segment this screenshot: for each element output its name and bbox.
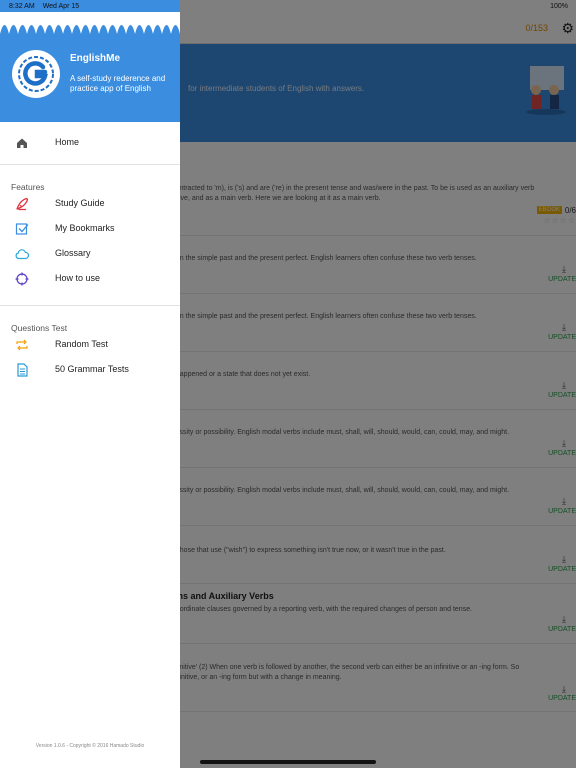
features-section-title: Features bbox=[11, 182, 45, 192]
menu-item-label: My Bookmarks bbox=[55, 223, 115, 233]
side-drawer: 8:32 AM Wed Apr 15 EnglishMe A self-study… bbox=[0, 0, 180, 768]
menu-item-50-grammar-tests[interactable]: 50 Grammar Tests bbox=[0, 358, 180, 382]
checkbox-icon bbox=[15, 223, 29, 235]
drawer-header: 8:32 AM Wed Apr 15 EnglishMe A self-study… bbox=[0, 0, 180, 122]
menu-item-random-test[interactable]: Random Test bbox=[0, 333, 180, 357]
pen-icon bbox=[16, 197, 29, 211]
menu-item-how-to-use[interactable]: How to use bbox=[0, 267, 180, 291]
version-footer: Version 1.0.6 - Copyright © 2016 Hamado … bbox=[35, 743, 145, 749]
menu-item-label: Random Test bbox=[55, 339, 108, 349]
menu-item-my-bookmarks[interactable]: My Bookmarks bbox=[0, 217, 180, 241]
menu-item-home[interactable]: Home bbox=[0, 131, 180, 155]
section-divider bbox=[0, 305, 180, 306]
home-icon bbox=[17, 138, 27, 148]
document-icon bbox=[17, 363, 28, 377]
shuffle-icon bbox=[16, 339, 28, 351]
section-divider bbox=[0, 164, 180, 165]
menu-item-label: Study Guide bbox=[55, 198, 105, 208]
questions-test-section-title: Questions Test bbox=[11, 323, 68, 333]
menu-item-label: How to use bbox=[55, 273, 101, 283]
wave-decoration bbox=[0, 12, 180, 34]
crosshair-icon bbox=[15, 272, 29, 286]
g-logo-icon bbox=[18, 56, 54, 92]
menu-item-study-guide[interactable]: Study Guide bbox=[0, 192, 180, 216]
cloud-icon bbox=[15, 249, 30, 260]
status-bar: 8:32 AM Wed Apr 15 bbox=[9, 3, 87, 10]
menu-item-glossary[interactable]: Glossary bbox=[0, 242, 180, 266]
menu-item-label: 50 Grammar Tests bbox=[55, 364, 129, 374]
status-time: 8:32 AM bbox=[9, 3, 35, 10]
app-logo bbox=[12, 50, 60, 98]
status-date: Wed Apr 15 bbox=[42, 3, 80, 10]
menu-item-label: Glossary bbox=[55, 248, 91, 258]
menu-item-label: Home bbox=[55, 137, 80, 147]
app-name: EnglishMe bbox=[70, 53, 121, 64]
app-description: A self-study rederence and practice app … bbox=[70, 74, 166, 93]
